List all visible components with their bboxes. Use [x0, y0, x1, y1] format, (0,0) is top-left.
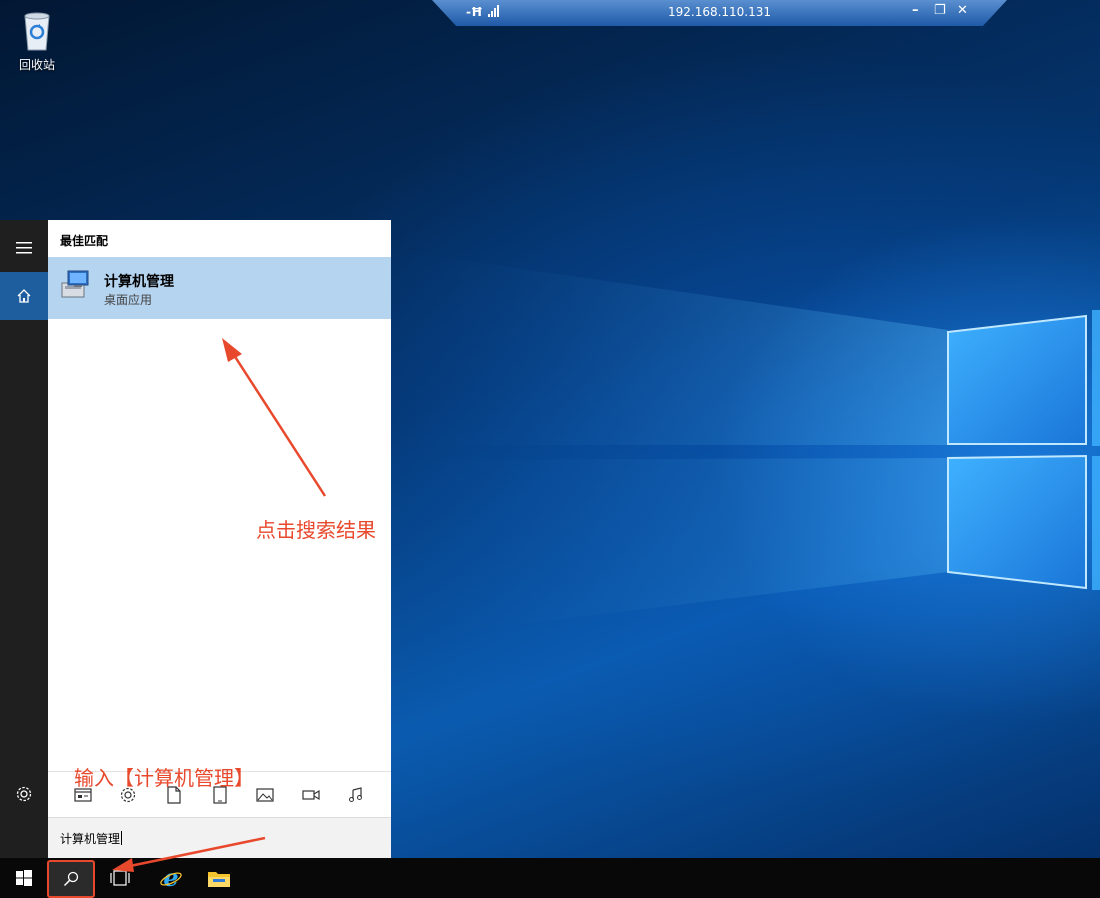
file-explorer-icon[interactable] — [195, 858, 243, 898]
video-icon[interactable] — [300, 784, 322, 806]
best-match-heading: 最佳匹配 — [60, 234, 109, 248]
search-icon[interactable] — [47, 860, 95, 898]
recycle-bin-shortcut[interactable]: 回收站 — [10, 8, 64, 73]
start-menu-rail — [0, 220, 48, 858]
text-caret — [121, 831, 123, 845]
annotation-type-query: 输入【计算机管理】 — [74, 766, 254, 790]
task-view-icon[interactable] — [96, 858, 144, 898]
windows-start-icon[interactable] — [0, 858, 48, 898]
recycle-bin-icon — [19, 8, 55, 52]
search-input-value: 计算机管理 — [60, 831, 123, 846]
recycle-bin-label: 回收站 — [18, 58, 55, 72]
result-app-name: 计算机管理 — [104, 274, 174, 290]
close-icon[interactable]: ✕ — [957, 3, 968, 18]
search-result-computer-management[interactable]: 计算机管理 桌面应用 — [48, 257, 391, 319]
annotation-click-result: 点击搜索结果 — [256, 518, 376, 542]
search-input[interactable]: 计算机管理 — [48, 817, 391, 858]
photo-icon[interactable] — [254, 784, 276, 806]
remote-host-address: 192.168.110.131 — [667, 5, 772, 19]
settings-gear-icon[interactable] — [0, 770, 48, 818]
hamburger-menu-icon[interactable] — [0, 224, 48, 272]
minimize-icon[interactable]: – — [912, 3, 919, 18]
home-icon[interactable] — [0, 272, 48, 320]
music-icon[interactable] — [345, 784, 367, 806]
taskbar: e — [0, 858, 1100, 898]
computer-management-icon — [60, 269, 90, 301]
result-app-type: 桌面应用 — [104, 293, 153, 307]
internet-explorer-icon[interactable]: e — [147, 858, 195, 898]
remote-desktop-connection-bar: -Ħ 192.168.110.131 – ❐ ✕ — [432, 0, 1007, 26]
restore-icon[interactable]: ❐ — [934, 3, 946, 18]
